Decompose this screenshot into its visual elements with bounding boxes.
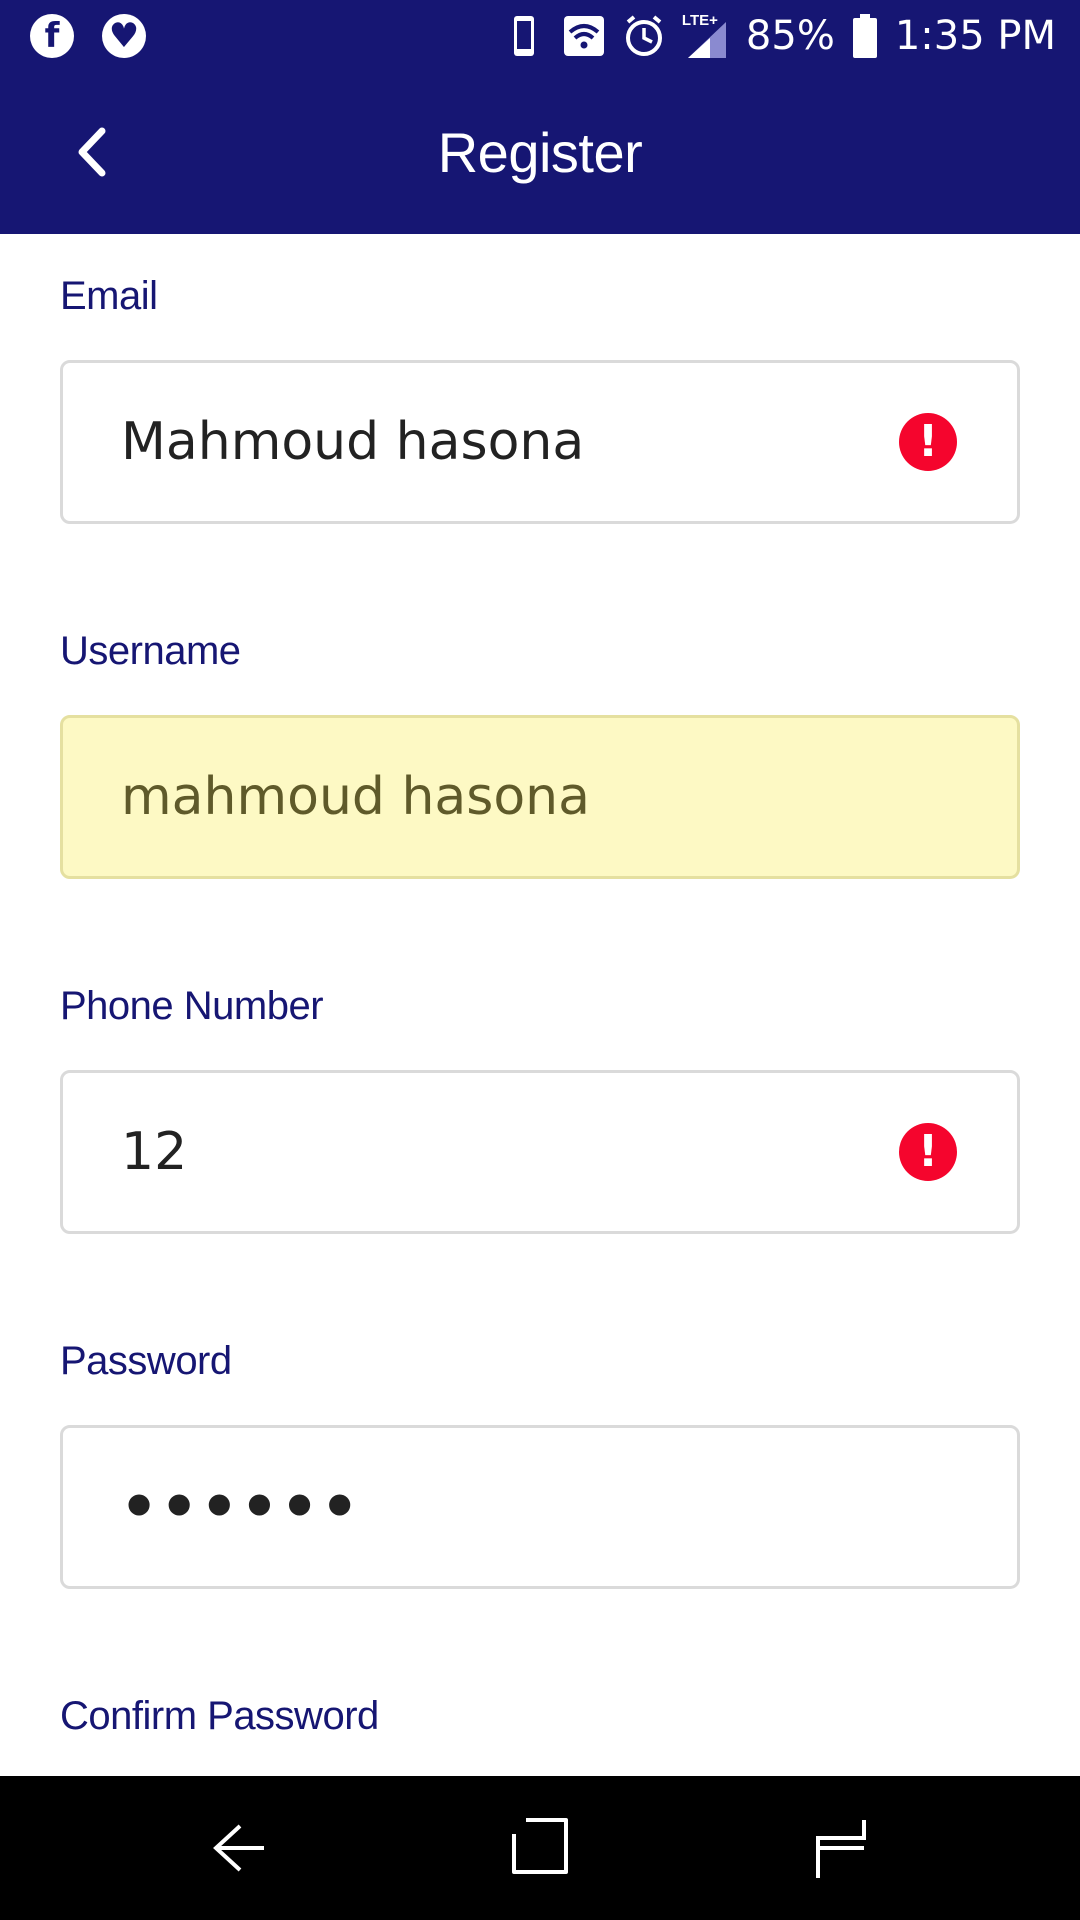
- home-nav-icon: [512, 1818, 568, 1874]
- nav-back-button[interactable]: [200, 1808, 280, 1888]
- recents-nav-icon: [816, 1820, 866, 1878]
- confirm-password-label: Confirm Password: [60, 1694, 379, 1738]
- email-value: Mahmoud hasona: [121, 412, 585, 472]
- system-nav-bar: [0, 1776, 1080, 1920]
- status-bar: f ♥ LTE+ 85% 1:35 PM: [0, 0, 1080, 72]
- page-title: Register: [437, 121, 643, 184]
- alarm-icon: [625, 15, 662, 56]
- username-label: Username: [60, 629, 241, 673]
- password-field[interactable]: ••••••: [60, 1425, 1020, 1589]
- clock: 1:35 PM: [894, 13, 1056, 59]
- phone-icon: [513, 16, 534, 56]
- nav-recents-button[interactable]: [800, 1808, 880, 1888]
- phone-field[interactable]: 12 !: [60, 1070, 1020, 1234]
- back-nav-icon: [213, 1824, 264, 1872]
- heart-app-icon: ♥: [102, 14, 146, 58]
- phone-label: Phone Number: [60, 984, 324, 1028]
- error-icon: !: [899, 413, 957, 471]
- email-field[interactable]: Mahmoud hasona !: [60, 360, 1020, 524]
- error-icon: !: [899, 1123, 957, 1181]
- phone-value: 12: [121, 1122, 188, 1182]
- username-field[interactable]: mahmoud hasona: [60, 715, 1020, 879]
- app-bar: Register: [0, 72, 1080, 234]
- password-label: Password: [60, 1339, 232, 1383]
- signal-icon: LTE+: [682, 12, 730, 60]
- battery-icon: [852, 14, 877, 58]
- username-value: mahmoud hasona: [121, 767, 590, 827]
- nav-home-button[interactable]: [500, 1808, 580, 1888]
- facebook-icon: f: [30, 14, 74, 58]
- email-label: Email: [60, 274, 158, 318]
- battery-percent: 85%: [745, 13, 835, 59]
- wifi-icon: [563, 16, 604, 56]
- password-value: ••••••: [121, 1472, 362, 1542]
